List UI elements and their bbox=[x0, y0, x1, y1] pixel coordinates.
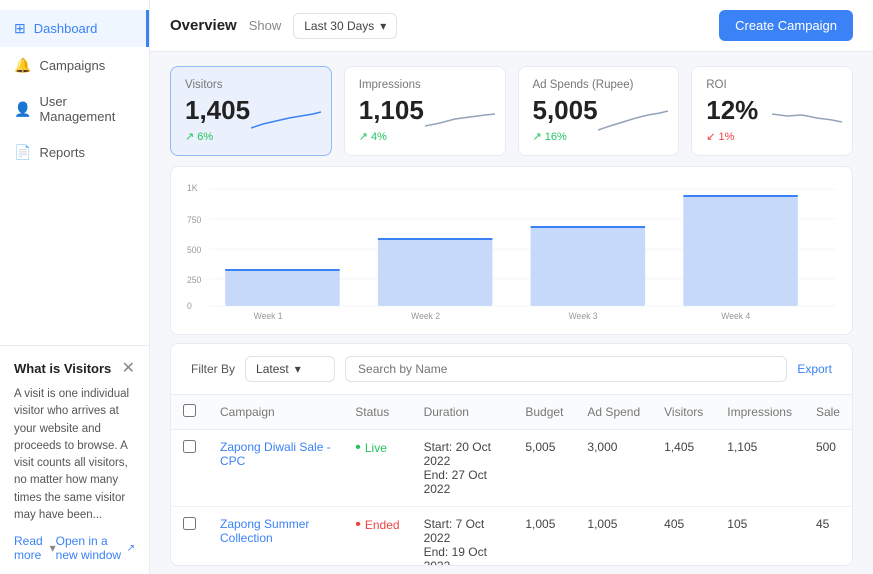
sidebar-item-campaigns[interactable]: 🔔 Campaigns bbox=[0, 47, 149, 84]
row-checkbox[interactable] bbox=[183, 517, 196, 530]
row-checkbox[interactable] bbox=[183, 440, 196, 453]
col-status: Status bbox=[343, 395, 411, 430]
chevron-down-icon: ▾ bbox=[380, 19, 386, 33]
filter-row: Filter By Latest ▾ Export bbox=[170, 343, 853, 395]
open-new-window-link[interactable]: Open in a new window ↗ bbox=[56, 534, 135, 562]
table-row: Zapong Diwali Sale - CPC •Live Start: 20… bbox=[171, 430, 852, 507]
ad-spend-cell: 3,000 bbox=[575, 430, 652, 507]
filter-selected-value: Latest bbox=[256, 362, 289, 376]
sidebar-item-reports[interactable]: 📄 Reports bbox=[0, 134, 149, 171]
sidebar-item-label: User Management bbox=[39, 94, 135, 124]
col-ad-spend: Ad Spend bbox=[575, 395, 652, 430]
main-content: Overview Show Last 30 Days ▾ Create Camp… bbox=[150, 0, 873, 574]
budget-cell: 1,005 bbox=[513, 507, 575, 567]
col-visitors: Visitors bbox=[652, 395, 715, 430]
col-duration: Duration bbox=[412, 395, 514, 430]
svg-text:Week 3: Week 3 bbox=[569, 311, 598, 321]
table-header-row: Campaign Status Duration Budget Ad Spend… bbox=[171, 395, 852, 430]
duration-cell: Start: 7 Oct 2022End: 19 Oct 2022 bbox=[412, 507, 514, 567]
content-area: Visitors 1,405 ↗ 6% Impressions 1,105 ↗ … bbox=[150, 52, 873, 574]
tooltip-panel: What is Visitors ✕ A visit is one indivi… bbox=[0, 345, 149, 574]
svg-text:250: 250 bbox=[187, 275, 201, 285]
metric-card-roi: ROI 12% ↙ 1% bbox=[691, 66, 853, 156]
svg-text:500: 500 bbox=[187, 245, 201, 255]
select-all-checkbox[interactable] bbox=[183, 404, 196, 417]
col-impressions: Impressions bbox=[715, 395, 804, 430]
col-sale: Sale bbox=[804, 395, 852, 430]
sidebar: ⊞ Dashboard 🔔 Campaigns 👤 User Managemen… bbox=[0, 0, 150, 574]
ad-spend-cell: 1,005 bbox=[575, 507, 652, 567]
show-label: Show bbox=[249, 18, 282, 33]
col-campaign: Campaign bbox=[208, 395, 343, 430]
metric-card-visitors: Visitors 1,405 ↗ 6% bbox=[170, 66, 332, 156]
search-input[interactable] bbox=[345, 356, 787, 382]
visitors-cell: 1,405 bbox=[652, 430, 715, 507]
user-icon: 👤 bbox=[14, 101, 31, 118]
sidebar-item-label: Dashboard bbox=[34, 21, 98, 36]
ad-spends-sparkline bbox=[598, 106, 668, 139]
sidebar-item-label: Campaigns bbox=[39, 58, 105, 73]
status-badge: •Ended bbox=[355, 517, 399, 533]
table-row: Zapong Summer Collection •Ended Start: 7… bbox=[171, 507, 852, 567]
budget-cell: 5,005 bbox=[513, 430, 575, 507]
svg-text:0: 0 bbox=[187, 301, 192, 311]
impressions-sparkline bbox=[425, 106, 495, 139]
sidebar-item-dashboard[interactable]: ⊞ Dashboard bbox=[0, 10, 149, 47]
dashboard-icon: ⊞ bbox=[14, 20, 26, 37]
external-link-icon: ↗ bbox=[127, 543, 135, 554]
close-icon[interactable]: ✕ bbox=[122, 358, 135, 378]
visitors-sparkline bbox=[251, 106, 321, 139]
metric-card-ad-spends: Ad Spends (Rupee) 5,005 ↗ 16% bbox=[518, 66, 680, 156]
campaign-link[interactable]: Zapong Diwali Sale - CPC bbox=[220, 440, 331, 468]
col-budget: Budget bbox=[513, 395, 575, 430]
chevron-down-icon: ▾ bbox=[295, 362, 301, 376]
svg-text:1K: 1K bbox=[187, 183, 198, 193]
filter-by-label: Filter By bbox=[191, 362, 235, 376]
metric-label: Ad Spends (Rupee) bbox=[533, 79, 665, 91]
sidebar-item-label: Reports bbox=[39, 145, 85, 160]
bar-chart: 1K 750 500 250 0 bbox=[170, 166, 853, 335]
sale-cell: 45 bbox=[804, 507, 852, 567]
create-campaign-button[interactable]: Create Campaign bbox=[719, 10, 853, 41]
visitors-cell: 405 bbox=[652, 507, 715, 567]
sale-cell: 500 bbox=[804, 430, 852, 507]
metric-label: Impressions bbox=[359, 79, 491, 91]
chart-svg: 1K 750 500 250 0 bbox=[187, 181, 836, 321]
sidebar-item-user-management[interactable]: 👤 User Management bbox=[0, 84, 149, 134]
metric-label: Visitors bbox=[185, 79, 317, 91]
tooltip-text: A visit is one individual visitor who ar… bbox=[14, 386, 135, 524]
read-more-link[interactable]: Read more bbox=[14, 534, 46, 562]
svg-text:Week 4: Week 4 bbox=[721, 311, 750, 321]
filter-select[interactable]: Latest ▾ bbox=[245, 356, 335, 382]
campaigns-icon: 🔔 bbox=[14, 57, 31, 74]
metric-label: ROI bbox=[706, 79, 838, 91]
open-new-window-label: Open in a new window bbox=[56, 534, 124, 562]
status-badge: •Live bbox=[355, 440, 399, 456]
page-title: Overview bbox=[170, 17, 237, 34]
svg-text:Week 2: Week 2 bbox=[411, 311, 440, 321]
metrics-row: Visitors 1,405 ↗ 6% Impressions 1,105 ↗ … bbox=[150, 52, 873, 166]
impressions-cell: 1,105 bbox=[715, 430, 804, 507]
impressions-cell: 105 bbox=[715, 507, 804, 567]
svg-text:750: 750 bbox=[187, 215, 201, 225]
date-range-value: Last 30 Days bbox=[304, 19, 374, 33]
roi-sparkline bbox=[772, 106, 842, 139]
campaign-link[interactable]: Zapong Summer Collection bbox=[220, 517, 309, 545]
header: Overview Show Last 30 Days ▾ Create Camp… bbox=[150, 0, 873, 52]
date-range-select[interactable]: Last 30 Days ▾ bbox=[293, 13, 397, 39]
svg-text:Week 1: Week 1 bbox=[254, 311, 283, 321]
tooltip-title: What is Visitors bbox=[14, 361, 111, 376]
campaigns-table: Campaign Status Duration Budget Ad Spend… bbox=[170, 395, 853, 566]
duration-cell: Start: 20 Oct 2022End: 27 Oct 2022 bbox=[412, 430, 514, 507]
metric-card-impressions: Impressions 1,105 ↗ 4% bbox=[344, 66, 506, 156]
export-button[interactable]: Export bbox=[797, 362, 832, 376]
reports-icon: 📄 bbox=[14, 144, 31, 161]
